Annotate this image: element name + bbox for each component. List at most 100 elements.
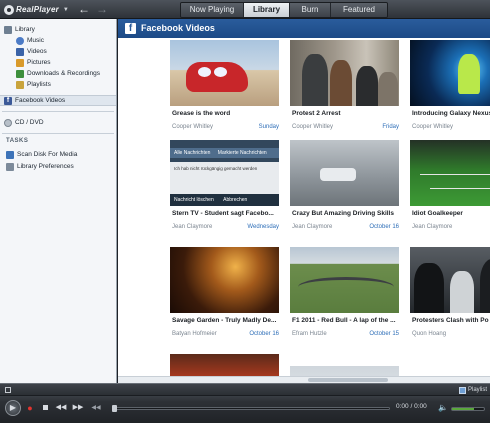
realplayer-logo-icon	[4, 4, 14, 15]
horizontal-scrollbar[interactable]	[118, 376, 490, 383]
seek-handle[interactable]	[112, 405, 117, 412]
sidebar-item-label: Downloads & Recordings	[27, 70, 100, 77]
video-gallery: f Facebook Videos Grease is the word Coo…	[118, 19, 490, 383]
video-title[interactable]: Protesters Clash with Po	[410, 317, 490, 327]
tab-burn[interactable]: Burn	[290, 3, 331, 17]
previous-button[interactable]: ◀◀	[55, 402, 67, 414]
divider	[2, 111, 114, 112]
video-title[interactable]: Crazy But Amazing Driving Skills	[290, 210, 399, 220]
video-thumbnail[interactable]	[410, 40, 490, 106]
main-tabs: Now Playing Library Burn Featured	[180, 2, 388, 18]
preferences-icon	[6, 162, 14, 171]
top-toolbar: RealPlayer ▼ ← → Now Playing Library Bur…	[0, 0, 490, 19]
play-button[interactable]: ▶	[5, 400, 21, 416]
scrollbar-thumb[interactable]	[308, 378, 388, 382]
tab-now-playing[interactable]: Now Playing	[181, 3, 244, 17]
video-title[interactable]: Idiot Goalkeeper	[410, 210, 490, 220]
playlist-icon	[458, 386, 466, 394]
thumb-text: Nachricht löschen	[174, 197, 214, 203]
video-title[interactable]: Savage Garden - Truly Madly De...	[170, 317, 279, 327]
video-author: Jean Claymore	[292, 224, 333, 230]
video-thumbnail[interactable]	[290, 247, 399, 313]
sidebar-item-label: CD / DVD	[15, 119, 44, 126]
thumb-text: Alle Nachrichten	[174, 150, 211, 156]
scan-icon	[6, 150, 14, 159]
pictures-icon	[16, 58, 24, 67]
sidebar-item-label: Playlists	[27, 81, 51, 88]
sidebar-item-label: Library	[15, 26, 35, 33]
volume-slider[interactable]	[451, 407, 485, 411]
playlist-toggle-button[interactable]: Playlist	[458, 385, 487, 395]
sidebar-item-downloads[interactable]: Downloads & Recordings	[16, 68, 100, 79]
video-thumbnail[interactable]	[410, 140, 490, 206]
thumb-text: Markierte Nachrichten	[217, 150, 267, 156]
sidebar-item-label: Pictures	[27, 59, 51, 66]
page-title: Facebook Videos	[141, 23, 215, 33]
seek-slider[interactable]	[112, 405, 390, 412]
video-thumbnail[interactable]	[290, 366, 399, 376]
realplayer-menu-button[interactable]: RealPlayer ▼	[4, 3, 69, 16]
video-thumbnail[interactable]	[170, 354, 279, 376]
player-status-row: Playlist	[0, 384, 490, 396]
sidebar-item-library[interactable]: Library	[4, 24, 35, 35]
playlist-label: Playlist	[467, 387, 487, 393]
video-title[interactable]: Protest 2 Arrest	[290, 110, 399, 120]
video-author: Jean Claymore	[412, 224, 453, 230]
video-author: Batyan Hofmeier	[172, 331, 217, 337]
sidebar-item-cd-dvd[interactable]: CD / DVD	[4, 117, 44, 128]
video-thumbnail[interactable]: Alle Nachrichten Markierte Nachrichten I…	[170, 140, 279, 206]
task-scan-disk[interactable]: Scan Disk For Media	[6, 149, 77, 160]
sidebar-item-label: Videos	[27, 48, 47, 55]
sidebar-item-facebook-label-row[interactable]: f Facebook Videos	[4, 95, 65, 106]
video-card[interactable]	[170, 354, 279, 376]
video-date: October 15	[369, 331, 399, 337]
sidebar-item-label: Music	[27, 37, 44, 44]
video-date: Wednesday	[247, 224, 279, 230]
app-logo-text: RealPlayer	[16, 5, 59, 14]
downloads-icon	[16, 69, 24, 78]
video-title[interactable]: Introducing Galaxy Nexus	[410, 110, 490, 120]
video-thumbnail[interactable]	[170, 40, 279, 106]
sidebar-item-pictures[interactable]: Pictures	[16, 57, 50, 68]
sidebar-item-playlists[interactable]: Playlists	[16, 79, 51, 90]
video-thumbnail[interactable]	[290, 140, 399, 206]
video-thumbnail[interactable]	[170, 247, 279, 313]
video-date: Sunday	[258, 124, 279, 130]
video-thumbnail[interactable]	[410, 247, 490, 313]
tab-library[interactable]: Library	[244, 3, 290, 17]
task-label: Scan Disk For Media	[17, 151, 78, 158]
rewind-button[interactable]: ◀◀	[90, 402, 102, 414]
video-author: Quon Hoang	[412, 331, 447, 337]
sidebar-item-music[interactable]: Music	[16, 35, 44, 46]
tab-featured[interactable]: Featured	[331, 3, 387, 17]
forward-arrow-icon[interactable]: →	[96, 2, 108, 16]
player-controls: Playlist ▶ ● ◀◀ ▶▶ ◀◀ 0:00 / 0:00 🔈	[0, 383, 490, 423]
video-author: Cooper Whitley	[412, 124, 454, 130]
video-title[interactable]: Grease is the word	[170, 110, 279, 120]
chevron-down-icon: ▼	[62, 6, 69, 13]
record-button[interactable]: ●	[24, 402, 36, 414]
task-label: Library Preferences	[17, 163, 74, 170]
mini-mode-icon[interactable]	[5, 387, 11, 393]
library-sidebar: Library Music Videos Pictures Downloads …	[0, 19, 117, 383]
video-author: Cooper Whitley	[292, 124, 334, 130]
volume-level	[452, 408, 474, 410]
back-arrow-icon[interactable]: ←	[78, 2, 90, 16]
sidebar-item-label: Facebook Videos	[15, 97, 66, 104]
time-readout: 0:00 / 0:00	[396, 403, 427, 410]
facebook-icon: f	[125, 23, 136, 34]
video-title[interactable]: F1 2011 - Red Bull - A lap of the ...	[290, 317, 399, 327]
facebook-icon: f	[4, 96, 12, 105]
video-thumbnail[interactable]	[290, 40, 399, 106]
volume-icon[interactable]: 🔈	[438, 403, 448, 412]
sidebar-item-videos[interactable]: Videos	[16, 46, 47, 57]
cd-icon	[4, 118, 12, 127]
video-date: October 16	[249, 331, 279, 337]
divider	[2, 133, 114, 134]
task-library-preferences[interactable]: Library Preferences	[6, 161, 74, 172]
video-title[interactable]: Stern TV - Student sagt Facebo...	[170, 210, 279, 220]
next-button[interactable]: ▶▶	[72, 402, 84, 414]
music-icon	[16, 36, 24, 45]
video-card[interactable]	[290, 366, 399, 376]
video-author: Efram Hutzle	[292, 331, 327, 337]
